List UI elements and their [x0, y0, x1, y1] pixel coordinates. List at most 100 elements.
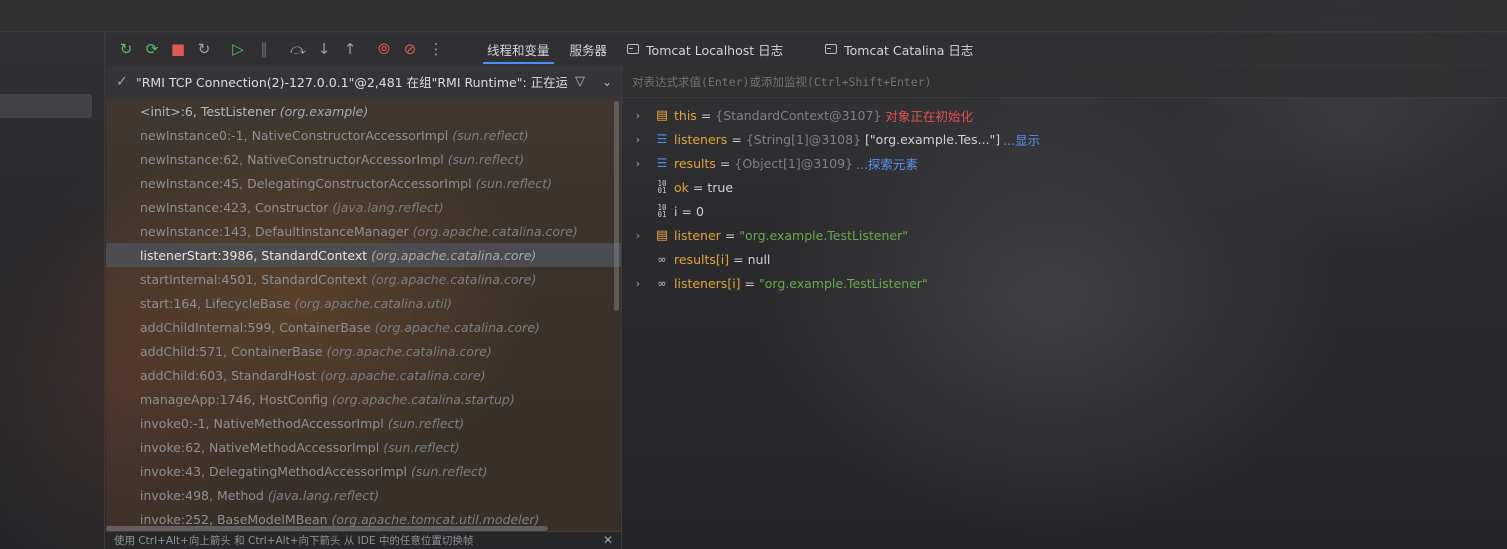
frame-method: <init>:6, TestListener [140, 103, 276, 119]
variables-panel: 对表达式求值(Enter)或添加监视(Ctrl+Shift+Enter) › ▤ t… [623, 66, 1507, 549]
variable-row[interactable]: 10 01 i = 0 [623, 199, 1507, 223]
toolbar-buttons: ↻ ⟳ ■ ↻ ▷ ‖ ⤼ ↓ ↑ ⦾ ⊘ ⋮ [106, 36, 449, 62]
variable-name: ok [674, 179, 689, 195]
tab-2[interactable]: Tomcat Localhost 日志 [617, 33, 793, 65]
step-into-icon[interactable]: ↓ [311, 36, 337, 62]
tab-1[interactable]: 服务器 [560, 33, 618, 65]
frame-method: start:164, LifecycleBase [140, 295, 291, 311]
variable-row[interactable]: › ▤ this = {StandardContext@3107} 对象正在初始化 [623, 103, 1507, 127]
frame-package: (sun.reflect) [475, 175, 553, 191]
stack-frame[interactable]: addChild:603, StandardHost (org.apache.ca… [106, 363, 621, 387]
field-icon: ▤ [655, 107, 669, 123]
field-icon: ▤ [655, 227, 669, 243]
restart-icon[interactable]: ↻ [191, 36, 217, 62]
stack-frame[interactable]: start:164, LifecycleBase (org.apache.cata… [106, 291, 621, 315]
pause-icon[interactable]: ‖ [251, 36, 277, 62]
debug-tabs: 线程和变量 服务器 Tomcat Localhost 日志 Tomcat Catali… [477, 33, 983, 65]
equals-sign: = [731, 131, 742, 147]
equals-sign: = [681, 203, 692, 219]
expand-link[interactable]: ...探索元素 [856, 154, 918, 173]
variable-row[interactable]: › ∞ listeners[i] = "org.example.TestListener… [623, 271, 1507, 295]
stack-frame[interactable]: invoke:43, DelegatingMethodAccessorImpl(… [106, 459, 621, 483]
tab-3[interactable]: Tomcat Catalina 日志 [815, 33, 983, 65]
more-options-icon[interactable]: ⋮ [423, 36, 449, 62]
frame-list: <init>:6, TestListener (org.example) newIn… [106, 99, 621, 531]
frame-method: listenerStart:3986, StandardContext [140, 247, 368, 263]
chevron-right-icon[interactable]: › [623, 277, 653, 290]
tab-label: Tomcat Catalina 日志 [844, 42, 974, 58]
filter-icon[interactable]: ▽ [567, 74, 593, 89]
stack-frame[interactable]: newInstance:62, NativeConstructorAccesso… [106, 147, 621, 171]
stack-frame[interactable]: newInstance:143, DefaultInstanceManager(… [106, 219, 621, 243]
rerun-icon[interactable]: ↻ [113, 36, 139, 62]
frame-method: newInstance:423, Constructor [140, 199, 329, 215]
stop-icon[interactable]: ■ [165, 36, 191, 62]
vertical-scrollbar[interactable] [614, 101, 619, 311]
tab-0[interactable]: 线程和变量 [477, 33, 560, 65]
chevron-right-icon[interactable]: › [623, 133, 653, 146]
frame-package: (sun.reflect) [452, 127, 529, 143]
variable-row[interactable]: › ☰ listeners = {String[1]@3108} ["org.exampl… [623, 127, 1507, 151]
stack-frame[interactable]: addChildInternal:599, ContainerBase (org.… [106, 315, 621, 339]
variable-value: 0 [695, 203, 704, 219]
stack-frame[interactable]: startInternal:4501, StandardContext (org.… [106, 267, 621, 291]
step-out-icon[interactable]: ↑ [337, 36, 363, 62]
stack-frame[interactable]: manageApp:1746, HostConfig (org.apache.ca… [106, 387, 621, 411]
watch-icon: ∞ [657, 252, 667, 266]
chevron-right-icon[interactable]: › [623, 109, 653, 122]
frame-method: invoke:62, NativeMethodAccessorImpl [140, 439, 380, 455]
variable-row[interactable]: › ▤ listener = "org.example.TestListener" [623, 223, 1507, 247]
step-over-icon[interactable]: ⤼ [285, 36, 311, 62]
frame-package: (org.apache.catalina.util) [294, 295, 452, 311]
equals-sign: = [700, 107, 712, 123]
evaluate-expression-input[interactable]: 对表达式求值(Enter)或添加监视(Ctrl+Shift+Enter) [623, 66, 1507, 98]
resume-icon[interactable]: ▷ [225, 36, 251, 62]
check-icon: ✓ [116, 73, 128, 90]
thread-selector[interactable]: ✓ "RMI TCP Connection(2)-127.0.0.1"@2,48… [106, 66, 621, 98]
variable-name: this [674, 107, 697, 123]
frame-method: invoke0:-1, NativeMethodAccessorImpl [140, 415, 384, 431]
frame-method: invoke:252, BaseModelMBean [140, 511, 328, 527]
expand-link[interactable]: ...显示 [1003, 130, 1040, 149]
variable-row[interactable]: ∞ results[i] = null [623, 247, 1507, 271]
frame-method: newInstance:45, DelegatingConstructorAcc… [140, 175, 472, 191]
equals-sign: = [719, 155, 731, 171]
variable-value: "org.example.TestListener" [759, 275, 928, 291]
frame-package: (java.lang.reflect) [332, 199, 444, 215]
frame-package: (org.apache.catalina.core) [326, 343, 492, 359]
frame-method: addChild:603, StandardHost [140, 367, 317, 383]
variable-value: "org.example.TestListener" [739, 227, 908, 243]
chevron-right-icon[interactable]: › [623, 157, 653, 170]
left-pane-selected-item[interactable] [0, 94, 92, 118]
variable-name: results [674, 155, 716, 171]
mute-breakpoints-icon[interactable]: ⊘ [397, 36, 423, 62]
stack-frame[interactable]: newInstance:423, Constructor (java.lang.r… [106, 195, 621, 219]
stack-frame[interactable]: newInstance0:-1, NativeConstructorAccess… [106, 123, 621, 147]
frame-method: manageApp:1746, HostConfig [140, 391, 329, 407]
chevron-down-icon[interactable]: ⌄ [593, 75, 621, 89]
stack-frame[interactable]: invoke0:-1, NativeMethodAccessorImpl (sun… [106, 411, 621, 435]
variable-type: {Object[1]@3109} [734, 155, 854, 171]
stack-frame[interactable]: newInstance:45, DelegatingConstructorAcc… [106, 171, 621, 195]
variable-row[interactable]: 10 01 ok = true [623, 175, 1507, 199]
primitive-icon: 10 01 [657, 203, 667, 219]
frame-package: (sun.reflect) [411, 463, 488, 479]
view-breakpoints-icon[interactable]: ⦾ [371, 36, 397, 62]
reload-icon[interactable]: ⟳ [139, 36, 165, 62]
stack-frame[interactable]: invoke:62, NativeMethodAccessorImpl (sun.… [106, 435, 621, 459]
stack-frame[interactable]: <init>:6, TestListener (org.example) [106, 99, 621, 123]
variable-row[interactable]: › ☰ results = {Object[1]@3109} ...探索元素 [623, 151, 1507, 175]
frame-method: newInstance0:-1, NativeConstructorAccess… [140, 127, 449, 143]
equals-sign: = [733, 251, 744, 267]
tab-label: Tomcat Localhost 日志 [646, 42, 784, 58]
tab-label: 线程和变量 [487, 42, 550, 58]
stack-frame[interactable]: listenerStart:3986, StandardContext (org.… [106, 243, 621, 267]
stack-frame[interactable]: addChild:571, ContainerBase (org.apache.c… [106, 339, 621, 363]
close-icon[interactable]: ✕ [603, 533, 613, 547]
stack-frame[interactable]: invoke:498, Method (java.lang.reflect) [106, 483, 621, 507]
frame-method: newInstance:143, DefaultInstanceManager [140, 223, 409, 239]
chevron-right-icon[interactable]: › [623, 229, 653, 242]
frame-package: (org.apache.catalina.core) [374, 319, 540, 335]
variable-name: i [674, 203, 678, 219]
array-icon: ☰ [656, 156, 668, 170]
